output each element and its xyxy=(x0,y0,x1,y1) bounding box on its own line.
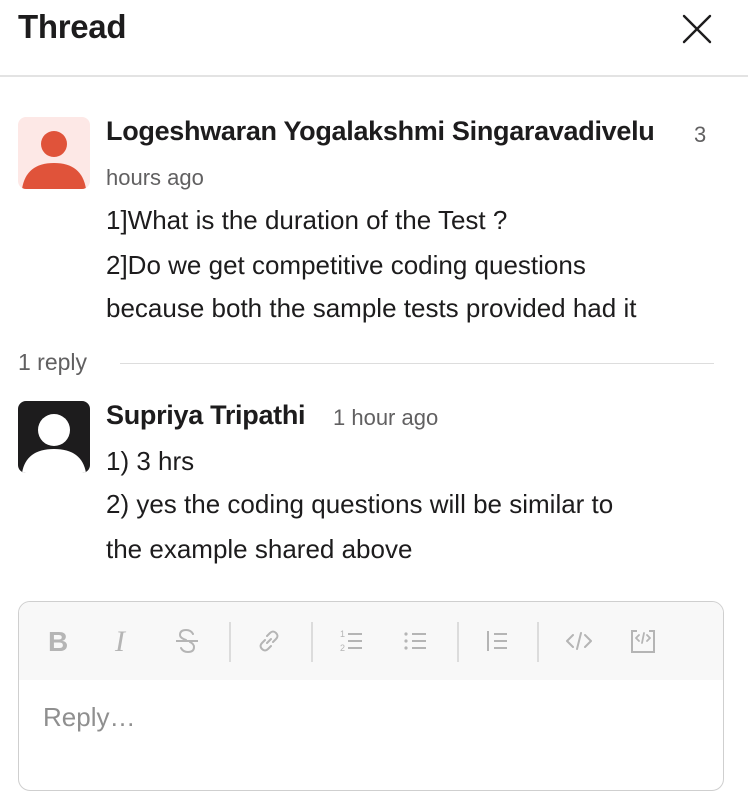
toolbar-separator xyxy=(229,622,231,662)
message-text-line: 2]Do we get competitive coding questions xyxy=(106,250,586,280)
svg-text:2: 2 xyxy=(340,643,345,653)
message-text-line: 2) yes the coding questions will be simi… xyxy=(106,489,614,519)
svg-text:1: 1 xyxy=(340,629,345,639)
avatar[interactable] xyxy=(18,117,90,189)
italic-icon: I xyxy=(114,627,127,655)
close-button[interactable] xyxy=(678,10,716,48)
bulleted-list-button[interactable] xyxy=(397,623,433,659)
close-icon xyxy=(682,14,712,44)
thread-header: Thread xyxy=(0,0,748,77)
code-block-button[interactable] xyxy=(625,623,661,659)
message-text-line: because both the sample tests provided h… xyxy=(106,293,637,323)
bold-icon: B xyxy=(48,627,68,655)
toolbar-separator xyxy=(311,622,313,662)
toolbar-separator xyxy=(457,622,459,662)
reply-input[interactable] xyxy=(43,702,693,733)
message-text-line: 1) 3 hrs xyxy=(106,446,195,476)
message-text-line: 1]What is the duration of the Test ? xyxy=(106,205,508,235)
toolbar-separator xyxy=(537,622,539,662)
svg-text:I: I xyxy=(114,627,127,655)
blockquote-icon xyxy=(487,631,507,651)
reply-divider xyxy=(120,363,714,364)
blockquote-button[interactable] xyxy=(479,623,515,659)
user-avatar-icon xyxy=(18,117,90,189)
message-timestamp-continued[interactable]: hours ago xyxy=(106,165,204,191)
message-author[interactable]: Logeshwaran Yogalakshmi Singaravadivelu xyxy=(106,116,655,147)
svg-text:B: B xyxy=(48,627,68,655)
message-timestamp[interactable]: 1 hour ago xyxy=(333,405,438,431)
italic-button[interactable]: I xyxy=(105,623,141,659)
message-timestamp[interactable]: 3 xyxy=(694,122,706,148)
user-avatar-icon xyxy=(18,401,90,473)
message-author[interactable]: Supriya Tripathi xyxy=(106,400,306,431)
formatting-toolbar: B I 1 2 xyxy=(19,602,723,680)
bulleted-list-icon xyxy=(404,632,426,650)
strikethrough-icon xyxy=(176,628,198,654)
code-button[interactable] xyxy=(561,623,597,659)
bold-button[interactable]: B xyxy=(41,623,77,659)
reply-count: 1 reply xyxy=(18,349,88,375)
code-block-icon xyxy=(631,630,655,653)
reply-composer[interactable]: B I 1 2 xyxy=(18,601,724,791)
strikethrough-button[interactable] xyxy=(169,623,205,659)
ordered-list-button[interactable]: 1 2 xyxy=(333,623,369,659)
thread-title: Thread xyxy=(18,8,127,45)
link-icon xyxy=(259,630,279,652)
ordered-list-icon: 1 2 xyxy=(340,629,362,653)
link-button[interactable] xyxy=(251,623,287,659)
avatar[interactable] xyxy=(18,401,90,473)
message-text-line: the example shared above xyxy=(106,534,413,564)
code-icon xyxy=(566,632,592,650)
